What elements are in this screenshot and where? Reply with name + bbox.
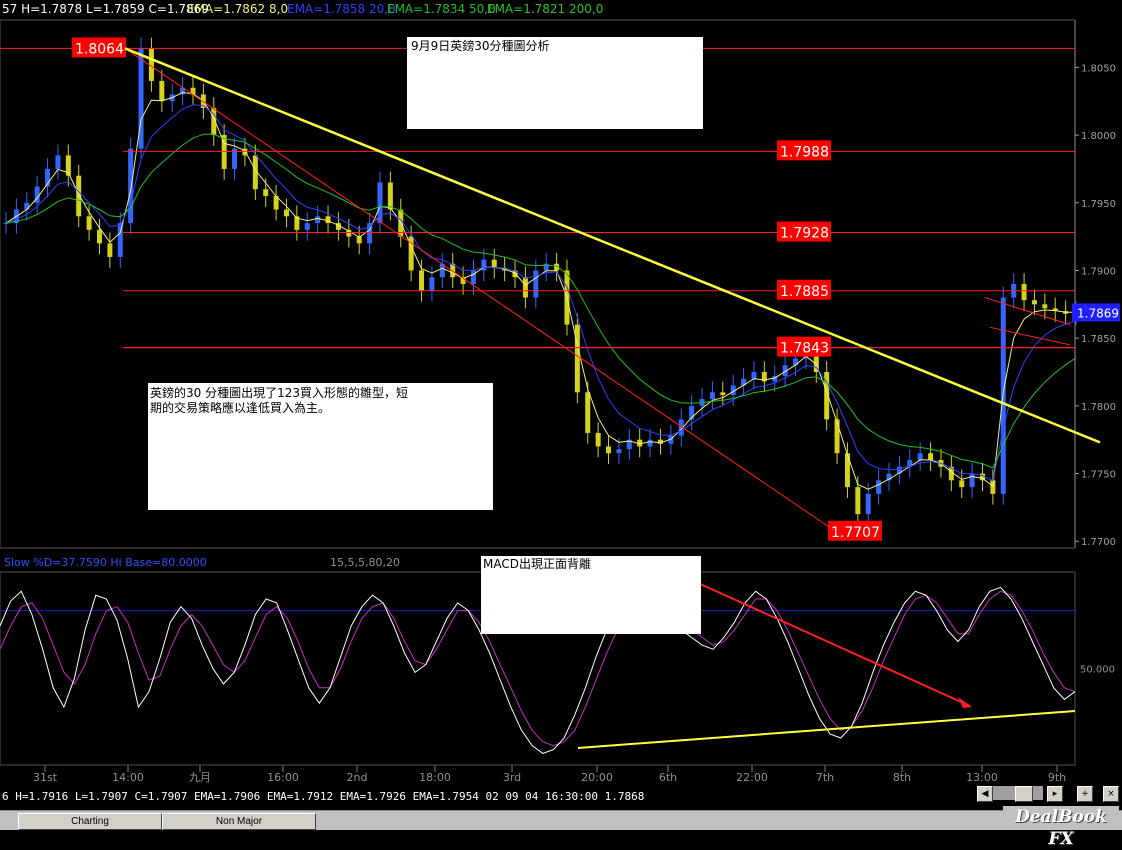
time-axis-label: 14:00 — [112, 771, 144, 784]
candle-body — [876, 480, 882, 494]
candle-body — [86, 216, 92, 230]
candle-body — [55, 155, 61, 169]
time-axis-label: 18:00 — [419, 771, 451, 784]
candle-body — [616, 449, 622, 454]
candle-body — [429, 277, 435, 291]
price-level-label: 1.7843 — [780, 341, 829, 357]
scroll-thumb[interactable] — [1015, 786, 1033, 802]
price-axis-tick: 1.7800 — [1081, 402, 1116, 413]
candle-body — [159, 80, 165, 102]
status-readout: 6 H=1.7916 L=1.7907 C=1.7907 EMA=1.7906 … — [2, 790, 645, 803]
candle-body — [720, 392, 726, 396]
price-axis-tick: 1.7900 — [1081, 266, 1116, 277]
chart-window: 57 H=1.7878 L=1.7859 C=1.7869 EMA=1.7862 … — [0, 0, 1122, 849]
time-axis-label: 31st — [33, 771, 58, 784]
candle-body — [24, 202, 30, 210]
annotation-line: 期的交易策略應以逢低買入為主。 — [150, 400, 330, 415]
ema-200-readout: EMA=1.7821 200,0 — [487, 2, 603, 16]
annotation-macd-text: MACD出現正面背離 — [483, 557, 591, 571]
time-axis-label: 16:00 — [267, 771, 299, 784]
candle-body — [751, 372, 757, 379]
candle-body — [1021, 284, 1027, 301]
candle-body — [585, 392, 591, 433]
candle-body — [1042, 304, 1048, 309]
scroll-left-button[interactable]: ◀ — [977, 786, 993, 802]
candle-body — [419, 270, 425, 291]
candle-body — [709, 392, 715, 400]
candle-body — [647, 439, 653, 447]
candle-body — [595, 432, 601, 447]
price-level-label: 1.7928 — [780, 226, 829, 242]
candle-body — [606, 446, 612, 454]
oscillator-header: Slow %D=37.7590 Hi Base=80.0000 — [4, 556, 207, 569]
price-level-label: 1.7885 — [780, 284, 829, 300]
price-axis-tick: 1.8000 — [1081, 131, 1116, 142]
candle-body — [491, 259, 497, 268]
candle-body — [543, 263, 549, 271]
price-level-label: 1.7988 — [780, 144, 829, 160]
ema-50-readout: EMA=1.7834 50,0 — [387, 2, 496, 16]
time-axis-label: 9th — [1048, 771, 1066, 784]
candle-body — [969, 473, 975, 488]
time-axis-label: 13:00 — [966, 771, 998, 784]
candle-body — [128, 148, 134, 224]
annotation-title-text: 9月9日英鎊30分種圖分析 — [411, 38, 550, 53]
candle-body — [834, 419, 840, 454]
price-chart[interactable]: 57 H=1.7878 L=1.7859 C=1.7869EMA=1.7862 … — [0, 0, 1122, 789]
candle-body — [855, 487, 861, 515]
time-axis-label: 8th — [893, 771, 911, 784]
zoom-out-button[interactable]: ▸ — [1047, 786, 1063, 802]
candle-body — [315, 216, 321, 224]
price-axis-tick: 1.7750 — [1081, 470, 1116, 481]
current-price-label: 1.7869 — [1077, 306, 1119, 320]
price-axis-tick: 1.7850 — [1081, 334, 1116, 345]
ema-8-readout: EMA=1.7862 8,0 — [187, 2, 288, 16]
price-axis-tick: 1.7700 — [1081, 537, 1116, 548]
candle-body — [1031, 300, 1037, 305]
time-axis-label: 7th — [816, 771, 834, 784]
price-readout: 57 H=1.7878 L=1.7859 C=1.7869 — [2, 2, 209, 16]
candle-body — [283, 209, 289, 217]
candle-body — [917, 453, 923, 460]
dealbook-logo: DealBook FX — [1003, 806, 1119, 849]
candle-body — [304, 223, 310, 230]
time-axis-label: 20:00 — [581, 771, 613, 784]
time-axis-label: 九月 — [189, 771, 211, 784]
candle-body — [96, 229, 102, 244]
tab-bar: Charting Non Major — [0, 810, 1122, 830]
candle-body — [928, 453, 934, 460]
candle-body — [76, 175, 82, 217]
price-axis-tick: 1.7950 — [1081, 199, 1116, 210]
oscillator-axis-tick: 50.000 — [1080, 665, 1115, 676]
zoom-in-button[interactable]: + — [1077, 786, 1093, 802]
divergence-support-line — [577, 710, 1076, 749]
candle-body — [263, 189, 269, 196]
time-axis-label: 6th — [659, 771, 677, 784]
annotation-line: 英鎊的30 分種圖出現了123買入形態的雛型，短 — [150, 385, 408, 400]
time-axis-label: 3rd — [503, 771, 521, 784]
candle-body — [959, 480, 965, 488]
tab-charting[interactable]: Charting — [18, 813, 162, 830]
tab-non-major[interactable]: Non Major — [162, 813, 316, 830]
candle-body — [865, 493, 871, 515]
time-axis-label: 2nd — [347, 771, 368, 784]
candle-body — [387, 182, 393, 210]
status-bar: 6 H=1.7916 L=1.7907 C=1.7907 EMA=1.7906 … — [0, 789, 1122, 803]
price-level-label: 1.8064 — [75, 41, 124, 57]
oscillator-params: 15,5,5,80,20 — [330, 556, 400, 569]
candle-body — [470, 270, 476, 284]
price-level-label: 1.7707 — [831, 525, 880, 541]
price-axis-tick: 1.8050 — [1081, 63, 1116, 74]
time-axis-label: 22:00 — [736, 771, 768, 784]
close-pane-button[interactable]: × — [1103, 786, 1119, 802]
ema-20-readout: EMA=1.7858 20,0 — [287, 2, 396, 16]
candle-body — [107, 243, 113, 257]
candle-body — [533, 270, 539, 298]
divergence-arrow-line — [697, 582, 971, 707]
candle-body — [117, 223, 123, 257]
candle-body — [522, 277, 528, 298]
